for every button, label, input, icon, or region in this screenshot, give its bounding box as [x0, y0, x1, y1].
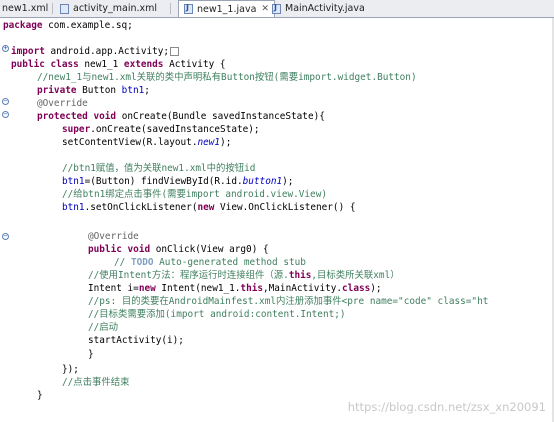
code-line: public class new1_1 extends Activity { [11, 59, 226, 70]
collapse-fold-icon[interactable]: − [2, 111, 9, 118]
code-line: startActivity(i); [88, 335, 184, 346]
code-line: Intent i=new Intent(new1_1.this,MainActi… [88, 283, 382, 294]
code-line: }); [62, 364, 79, 375]
java-file-icon [184, 3, 193, 14]
java-file-icon [272, 3, 281, 14]
tab-label: new1_1.java [197, 3, 257, 15]
code-line: btn1=(Button) findViewById(R.id.button1)… [62, 176, 294, 187]
code-line: // TODO Auto-generated method stub [114, 257, 306, 268]
tab-label: activity_main.xml [73, 3, 158, 14]
code-line: protected void onCreate(Bundle savedInst… [37, 111, 325, 122]
tab-divider [52, 3, 53, 14]
tab-divider [170, 3, 171, 14]
code-line: package com.example.sq; [3, 20, 133, 31]
code-line: import android.app.Activity; [11, 45, 180, 58]
code-line: //new1_1与new1.xml关联的类中声明私有Button按钮(需要imp… [37, 72, 417, 83]
editor-ruler [0, 18, 10, 422]
tab-activity-main-xml[interactable]: activity_main.xml [60, 0, 157, 17]
tab-new1-xml[interactable]: new1.xml [2, 0, 48, 17]
code-line: } [88, 349, 94, 360]
collapse-fold-icon[interactable]: − [2, 98, 9, 105]
code-line: //ps: 目的类要在AndroidMainfest.xml内注册添加事件<pr… [88, 296, 489, 307]
code-line: //btn1赋值，值为关联new1.xml中的按钮id [62, 163, 256, 174]
code-line: @Override [88, 231, 139, 242]
tab-label: MainActivity.java [285, 3, 365, 14]
code-line: } [37, 390, 43, 401]
tab-mainactivity-java[interactable]: MainActivity.java [272, 0, 365, 17]
code-line: //目标类需要添加(import android:content.Intent;… [88, 309, 346, 320]
tab-label: new1.xml [2, 3, 49, 14]
code-line: //使用Intent方法：程序运行时连接组件（源.this,目标类所关联xml） [88, 270, 400, 281]
code-line: btn1.setOnClickListener(new View.OnClick… [62, 202, 356, 213]
code-line: public void onClick(View arg0) { [88, 244, 269, 255]
code-line: //启动 [88, 322, 119, 333]
watermark: https://blog.csdn.net/zsx_xn20091 [347, 400, 546, 414]
collapse-fold-icon[interactable]: − [2, 233, 9, 240]
expand-fold-icon[interactable]: + [2, 45, 9, 52]
code-line: //给btn1绑定点击事件(需要import android.view.View… [62, 189, 327, 200]
close-icon[interactable]: ✕ [261, 4, 269, 14]
code-line: @Override [37, 98, 88, 109]
code-line: super.onCreate(savedInstanceState); [62, 124, 260, 135]
tab-new1-1-java[interactable]: new1_1.java ✕ [178, 0, 275, 17]
code-line: //点击事件结束 [62, 377, 130, 388]
editor-tab-bar: new1.xml activity_main.xml new1_1.java ✕… [0, 0, 554, 18]
code-line: setContentView(R.layout.new1); [62, 137, 232, 148]
code-line: private Button btn1; [37, 85, 150, 96]
folded-block-icon[interactable] [170, 47, 180, 56]
xml-file-icon [60, 3, 69, 14]
